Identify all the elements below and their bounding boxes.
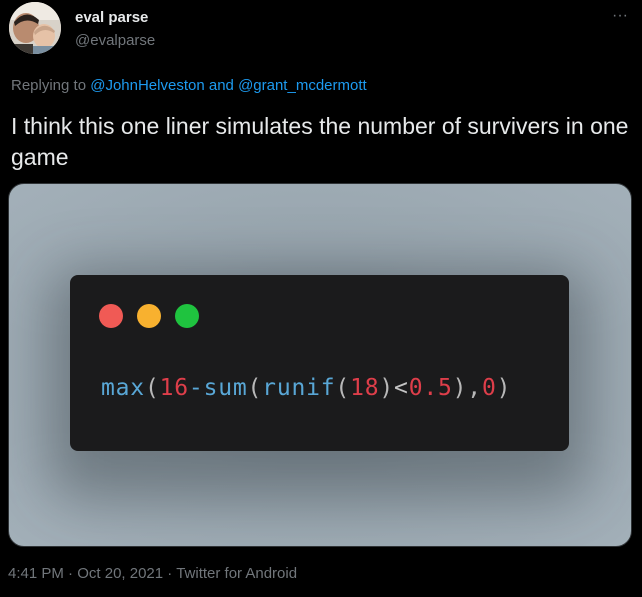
code-token-paren: (	[335, 375, 351, 401]
code-token-paren: (	[144, 375, 160, 401]
tweet-text: I think this one liner simulates the num…	[11, 113, 629, 170]
author-name[interactable]: eval parse	[75, 9, 148, 26]
code-token-operator: <	[394, 375, 409, 401]
code-token-paren: )	[379, 375, 395, 401]
code-token-number: 0.5	[408, 375, 453, 401]
window-maximize-dot	[175, 304, 199, 328]
window-close-dot	[99, 304, 123, 328]
code-token-paren: )	[452, 375, 468, 401]
more-options-icon[interactable]: ···	[607, 6, 633, 26]
tweet-metadata: 4:41 PM · Oct 20, 2021 · Twitter for And…	[8, 565, 297, 582]
tweet-time[interactable]: 4:41 PM	[8, 565, 64, 582]
code-window: max(16-sum(runif(18)<0.5),0)	[70, 275, 569, 451]
reply-prefix: Replying to	[11, 77, 87, 94]
code-token-number: 18	[350, 375, 380, 401]
tweet-date[interactable]: Oct 20, 2021	[77, 565, 163, 582]
author-handle[interactable]: @evalparse	[75, 32, 155, 49]
code-token-fn: runif	[262, 375, 336, 401]
code-token-fn: max	[101, 375, 145, 401]
avatar-photo-icon	[9, 2, 61, 54]
tweet-source[interactable]: Twitter for Android	[176, 565, 297, 582]
code-token-comma: ,	[467, 375, 482, 401]
mention-link-john[interactable]: @JohnHelveston	[90, 77, 204, 94]
code-token-number: 16	[159, 375, 189, 401]
tweet: eval parse @evalparse ··· Replying to @J…	[0, 0, 642, 597]
avatar[interactable]	[9, 2, 61, 54]
code-token-number: 0	[481, 375, 497, 401]
code-token-paren: (	[247, 375, 263, 401]
reply-conjunction: and	[208, 77, 234, 94]
mention-link-grant[interactable]: @grant_mcdermott	[238, 77, 367, 94]
code-token-fn: sum	[203, 375, 248, 401]
code-line: max(16-sum(runif(18)<0.5),0)	[101, 373, 511, 403]
metadata-separator: ·	[63, 565, 78, 582]
metadata-separator: ·	[163, 565, 177, 582]
code-token-operator: -	[188, 375, 204, 401]
media-image[interactable]: max(16-sum(runif(18)<0.5),0)	[8, 183, 632, 547]
reply-context: Replying to @JohnHelveston and @grant_mc…	[11, 77, 367, 94]
code-token-paren: )	[496, 375, 512, 401]
window-minimize-dot	[137, 304, 161, 328]
